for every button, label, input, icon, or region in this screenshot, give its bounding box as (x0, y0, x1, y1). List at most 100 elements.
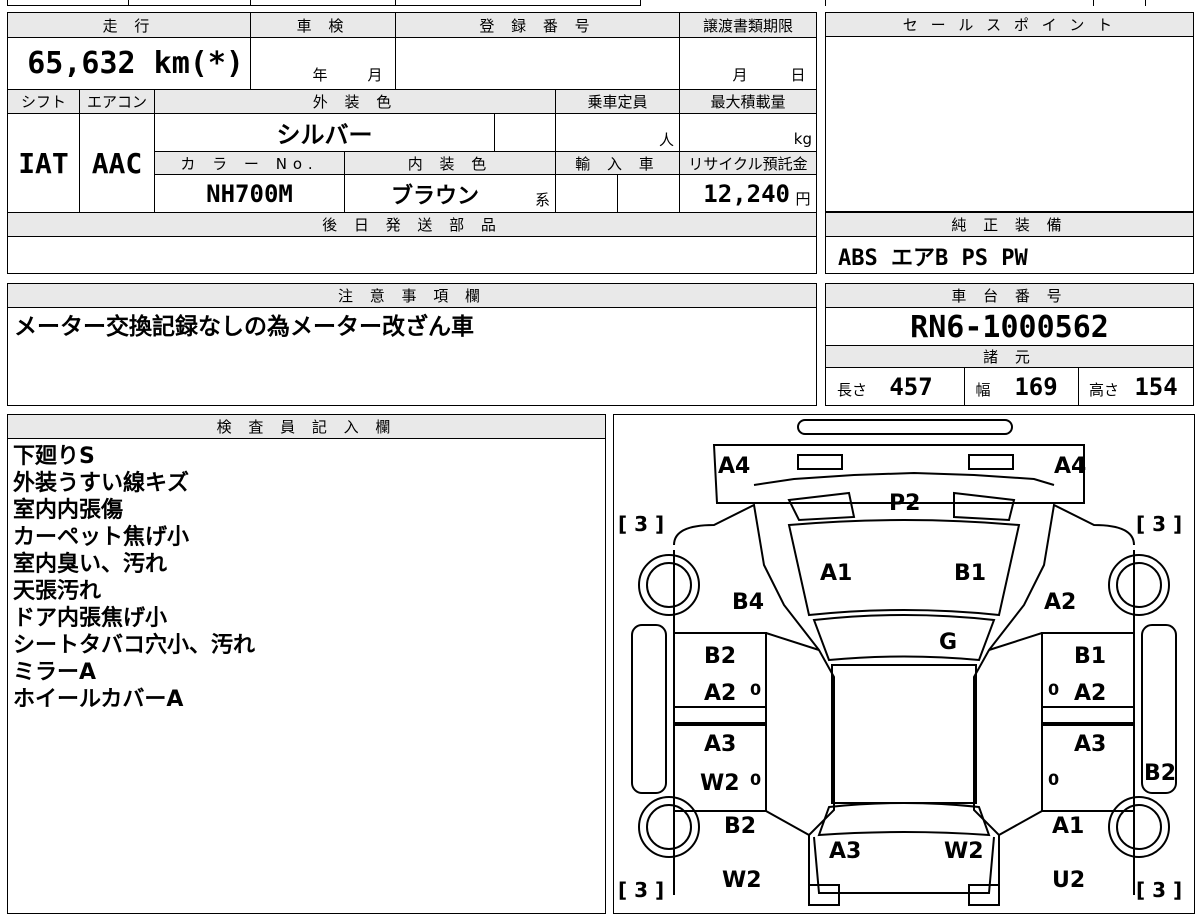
mark-front-right: A4 (1054, 454, 1086, 479)
inspection-year-label: 年 (312, 65, 328, 84)
mark-right-rear-lower: U2 (1052, 868, 1085, 893)
inspector-header: 検 査 員 記 入 欄 (8, 415, 605, 439)
inspector-line: シートタバコ穴小、汚れ (13, 633, 256, 658)
inspector-box: 検 査 員 記 入 欄 下廻りS 外装うすい線キズ 室内内張傷 カーペット焦げ小… (7, 414, 606, 914)
tire-top-right: [ 3 ] (1136, 512, 1182, 536)
mark-right-rear-side: B2 (1144, 761, 1176, 786)
sales-point-header: セ ー ル ス ポ イ ン ト (826, 13, 1193, 37)
inspector-notes: 下廻りS 外装うすい線キズ 室内内張傷 カーペット焦げ小 室内臭い、汚れ 天張汚… (13, 443, 255, 713)
tire-bottom-right: [ 3 ] (1136, 878, 1182, 902)
later-parts-header: 後 日 発 送 部 品 (8, 213, 816, 236)
mark-right-front-door-1: B1 (1074, 644, 1106, 669)
ac-value: AAC (91, 146, 143, 180)
import-header: 輸 入 車 (556, 152, 679, 174)
mark-right-rear-fender: A1 (1052, 814, 1084, 839)
zero-mark: 0 (750, 680, 761, 699)
spec-header: 諸 元 (826, 345, 1193, 368)
mark-left-rear-lower: W2 (722, 868, 762, 893)
zero-mark: 0 (1048, 770, 1059, 789)
shift-header: シフト (8, 90, 79, 113)
recycle-value: 12,240 (703, 179, 790, 208)
notes-text: メーター交換記録なしの為メーター改ざん車 (14, 314, 474, 340)
mark-left-front-door-2: A2 (704, 681, 736, 706)
mark-right-front-fender: A2 (1044, 590, 1076, 615)
width-label: 幅 (975, 380, 991, 399)
interior-color-value: ブラウン (390, 183, 479, 209)
windshield (812, 614, 996, 662)
interior-color-header: 内 装 色 (345, 152, 555, 174)
mileage-value: 65,632 km(*) (27, 45, 244, 81)
mark-rear-right: W2 (944, 839, 984, 864)
mark-right-rear-door: A3 (1074, 732, 1106, 757)
length-value: 457 (889, 373, 933, 401)
length-label: 長さ (836, 380, 867, 399)
mark-hood-right: B1 (954, 561, 986, 586)
rear-left-block (808, 884, 840, 906)
genuine-equipment-header: 純 正 装 備 (826, 213, 1193, 237)
recycle-unit: 円 (795, 189, 811, 208)
inspection-month-label: 月 (367, 65, 383, 84)
shift-value: IAT (18, 146, 69, 180)
width-value: 169 (1014, 373, 1058, 401)
inspector-line: 外装うすい線キズ (13, 471, 190, 496)
rear-right-block (968, 884, 1000, 906)
inspector-line: ミラーA (13, 660, 97, 685)
inspection-header: 車 検 (251, 13, 395, 37)
tire-top-left: [ 3 ] (618, 512, 664, 536)
inspector-line: ドア内張焦げ小 (13, 606, 168, 631)
inspector-line: カーペット焦げ小 (13, 525, 190, 550)
mark-left-front-fender: B4 (732, 590, 764, 615)
transfer-day-label: 日 (790, 65, 806, 84)
right-grille-slot (953, 491, 1016, 522)
height-value: 154 (1134, 373, 1178, 401)
chassis-box: 車 台 番 号 RN6-1000562 諸 元 長さ 457 幅 169 高さ … (825, 283, 1194, 406)
front-bumper (797, 419, 1013, 435)
exterior-color-header: 外 装 色 (155, 90, 555, 113)
notes-box: 注 意 事 項 欄 メーター交換記録なしの為メーター改ざん車 (7, 283, 817, 406)
inspector-line: 天張汚れ (13, 579, 102, 604)
inspector-line: 室内内張傷 (13, 498, 124, 523)
mark-left-rear-door-1: A3 (704, 732, 736, 757)
color-no-header: カ ラ ー No. (155, 152, 344, 174)
exterior-color-value: シルバー (276, 121, 373, 149)
genuine-equipment-box: 純 正 装 備 ABS エアB PS PW (825, 212, 1194, 274)
color-no-value: NH700M (206, 179, 293, 208)
chassis-header: 車 台 番 号 (826, 284, 1193, 308)
roof (831, 664, 977, 804)
mileage-header: 走 行 (8, 13, 250, 37)
max-load-unit: kg (793, 130, 812, 148)
genuine-equipment-value: ABS エアB PS PW (838, 245, 1028, 271)
rear-window (817, 802, 991, 837)
hood-front-edge (753, 471, 1055, 486)
recycle-header: リサイクル預託金 (680, 152, 816, 174)
capacity-header: 乗車定員 (556, 90, 679, 113)
mark-left-rear-door-2: W2 (700, 771, 740, 796)
inspector-line: 室内臭い、汚れ (13, 552, 168, 577)
car-diagram-box: A4 A4 P2 A1 B1 B4 A2 G B2 A2 B1 A2 A3 W2… (613, 414, 1195, 914)
zero-mark: 0 (1048, 680, 1059, 699)
max-load-header: 最大積載量 (680, 90, 816, 113)
capacity-unit: 人 (658, 130, 674, 149)
mark-right-front-door-2: A2 (1074, 681, 1106, 706)
sales-point-box: セ ー ル ス ポ イ ン ト (825, 12, 1194, 212)
mark-windshield: G (939, 630, 957, 655)
interior-color-suffix: 系 (534, 190, 550, 209)
mark-grille: P2 (889, 491, 920, 516)
inspector-line: 下廻りS (13, 444, 95, 469)
mark-left-rear-fender: B2 (724, 814, 756, 839)
height-label: 高さ (1088, 380, 1119, 399)
tire-bottom-left: [ 3 ] (618, 878, 664, 902)
right-lamp (968, 454, 1014, 470)
mark-front-left: A4 (718, 454, 750, 479)
zero-mark: 0 (750, 770, 761, 789)
transfer-deadline-header: 譲渡書類期限 (680, 13, 816, 37)
inspector-line: ホイールカバーA (13, 687, 184, 712)
car-diagram: A4 A4 P2 A1 B1 B4 A2 G B2 A2 B1 A2 A3 W2… (618, 419, 1182, 906)
ac-header: エアコン (80, 90, 154, 113)
left-grille-slot (787, 491, 856, 522)
chassis-number: RN6-1000562 (910, 309, 1109, 345)
notes-header: 注 意 事 項 欄 (8, 284, 816, 308)
top-cut-strip (0, 0, 1200, 6)
mark-left-front-door-1: B2 (704, 644, 736, 669)
mark-rear-left: A3 (829, 839, 861, 864)
